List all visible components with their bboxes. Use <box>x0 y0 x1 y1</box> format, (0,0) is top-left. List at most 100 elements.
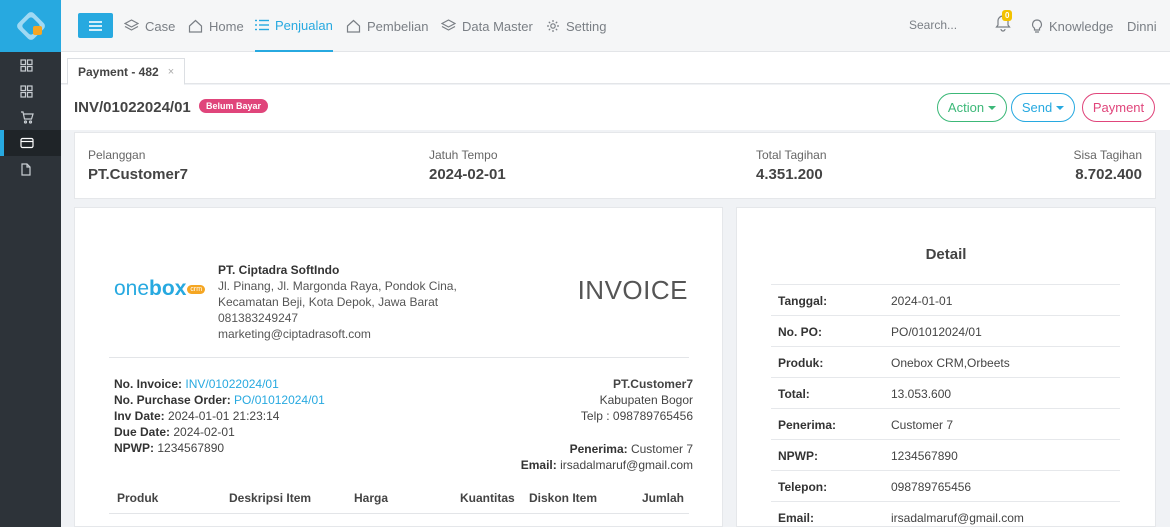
sidebar-item-payment[interactable] <box>0 130 61 156</box>
jatuh-tempo-value: 2024-02-01 <box>429 166 506 183</box>
company-email: marketing@ciptadrasoft.com <box>218 327 371 341</box>
page-title: INV/01022024/01 <box>74 99 191 116</box>
pelanggan-value: PT.Customer7 <box>88 166 189 183</box>
no-po-label: No. Purchase Order: <box>114 393 231 407</box>
send-label: Send <box>1021 100 1053 115</box>
tab-strip: Payment - 482 × <box>61 52 1170 85</box>
invoice-meta: No. Invoice: INV/01022024/01 No. Purchas… <box>114 376 325 456</box>
penerima-label: Penerima: <box>569 442 628 456</box>
detail-key: Telepon: <box>778 480 828 494</box>
knowledge-link[interactable]: Knowledge <box>1031 0 1113 52</box>
sidebar <box>0 0 61 527</box>
due-date-label: Due Date: <box>114 425 171 439</box>
app-logo[interactable] <box>0 0 61 52</box>
grid-icon <box>20 84 33 98</box>
customer-info: PT.Customer7 Kabupaten Bogor Telp : 0987… <box>521 376 693 473</box>
status-badge: Belum Bayar <box>199 99 269 113</box>
detail-row: Penerima: Customer 7 <box>771 408 1120 439</box>
search-input[interactable]: Search... <box>909 18 957 32</box>
action-button[interactable]: Action <box>937 93 1007 122</box>
company-address-2: Kecamatan Beji, Kota Depok, Jawa Barat <box>218 295 439 309</box>
user-menu[interactable]: Dinni <box>1127 0 1157 52</box>
no-invoice-link[interactable]: INV/01022024/01 <box>185 377 278 391</box>
close-icon[interactable]: × <box>168 66 174 78</box>
user-name: Dinni <box>1127 18 1157 34</box>
inv-date-label: Inv Date: <box>114 409 165 423</box>
lightbulb-icon <box>1031 18 1043 33</box>
summary-jatuh-tempo: Jatuh Tempo 2024-02-01 <box>429 148 506 183</box>
sidebar-item-reports[interactable] <box>0 78 61 104</box>
jatuh-tempo-label: Jatuh Tempo <box>429 148 498 162</box>
no-po-link[interactable]: PO/01012024/01 <box>234 393 325 407</box>
nav-item-label: Pembelian <box>367 18 429 34</box>
nav-item-label: Setting <box>566 18 607 34</box>
main-content: INV/01022024/01 Belum Bayar Action Send … <box>61 85 1170 527</box>
email-value: irsadalmaruf@gmail.com <box>560 458 693 472</box>
detail-panel: Detail Tanggal: 2024-01-01 No. PO: PO/0101… <box>736 207 1156 527</box>
penerima-value: Customer 7 <box>630 442 693 456</box>
detail-row: Email: irsadalmaruf@gmail.com <box>771 501 1120 526</box>
home-icon <box>346 19 361 33</box>
detail-value: irsadalmaruf@gmail.com <box>891 511 1024 525</box>
nav-item-label: Penjualan <box>275 17 333 33</box>
home-icon <box>188 19 203 33</box>
top-bar: Case Home Penjualan Pembelian Data Maste… <box>61 0 1170 52</box>
invoice-preview: one box crm PT. Ciptadra SoftIndo Jl. Pi… <box>74 207 723 527</box>
detail-value: 1234567890 <box>891 449 958 463</box>
summary-sisa-tagihan: Sisa Tagihan 8.702.400 <box>1074 148 1143 183</box>
column-header: Diskon Item <box>529 491 598 505</box>
sidebar-item-cart[interactable] <box>0 104 61 130</box>
detail-key: Total: <box>778 387 810 401</box>
nav-item-penjualan[interactable]: Penjualan <box>255 0 333 52</box>
npwp-value: 1234567890 <box>157 441 225 455</box>
detail-row: No. PO: PO/01012024/01 <box>771 315 1120 346</box>
sisa-tagihan-value: 8.702.400 <box>1075 166 1142 183</box>
hamburger-icon <box>89 20 102 31</box>
nav-item-setting[interactable]: Setting <box>546 0 606 52</box>
detail-key: Penerima: <box>778 418 837 432</box>
detail-row: Telepon: 098789765456 <box>771 470 1120 501</box>
document-icon <box>21 162 31 176</box>
knowledge-label: Knowledge <box>1049 18 1114 34</box>
detail-key: No. PO: <box>778 325 822 339</box>
tab-label: Payment - 482 <box>78 64 159 79</box>
column-header: Deskripsi Item <box>229 491 312 505</box>
action-label: Action <box>947 100 985 115</box>
sidebar-item-dashboard[interactable] <box>0 52 61 78</box>
detail-key: Tanggal: <box>778 294 828 308</box>
nav-item-pembelian[interactable]: Pembelian <box>346 0 428 52</box>
customer-phone: Telp : 098789765456 <box>580 409 693 423</box>
company-phone: 081383249247 <box>218 311 299 325</box>
table-divider <box>109 513 689 514</box>
detail-key: NPWP: <box>778 449 818 463</box>
logo-text-box: box <box>149 277 187 300</box>
chevron-down-icon <box>1056 105 1065 110</box>
due-date-value: 2024-02-01 <box>173 425 235 439</box>
company-info: PT. Ciptadra SoftIndo Jl. Pinang, Jl. Ma… <box>218 262 457 342</box>
sidebar-item-documents[interactable] <box>0 156 61 182</box>
column-header: Harga <box>354 491 389 505</box>
detail-row: Produk: Onebox CRM,Orbeets <box>771 346 1120 377</box>
detail-title: Detail <box>925 246 967 263</box>
detail-value: PO/01012024/01 <box>891 325 982 339</box>
gear-icon <box>547 20 559 32</box>
nav-item-case[interactable]: Case <box>124 0 175 52</box>
nav-item-label: Data Master <box>462 18 533 34</box>
nav-item-data-master[interactable]: Data Master <box>441 0 533 52</box>
column-header: Kuantitas <box>460 491 515 505</box>
nav-item-home[interactable]: Home <box>188 0 244 52</box>
detail-row: Tanggal: 2024-01-01 <box>771 284 1120 315</box>
detail-value: Customer 7 <box>891 418 954 432</box>
customer-name: PT.Customer7 <box>612 377 693 391</box>
company-logo: one box crm <box>114 277 206 301</box>
customer-city: Kabupaten Bogor <box>599 393 693 407</box>
payment-button[interactable]: Payment <box>1082 93 1155 122</box>
list-icon <box>255 19 269 31</box>
layers-icon <box>124 19 139 31</box>
payment-label: Payment <box>1092 100 1145 115</box>
sisa-tagihan-label: Sisa Tagihan <box>1073 148 1143 162</box>
tab-payment[interactable]: Payment - 482 × <box>67 58 186 85</box>
send-button[interactable]: Send <box>1011 93 1075 122</box>
layers-icon <box>441 19 456 31</box>
menu-toggle-button[interactable] <box>78 13 113 38</box>
